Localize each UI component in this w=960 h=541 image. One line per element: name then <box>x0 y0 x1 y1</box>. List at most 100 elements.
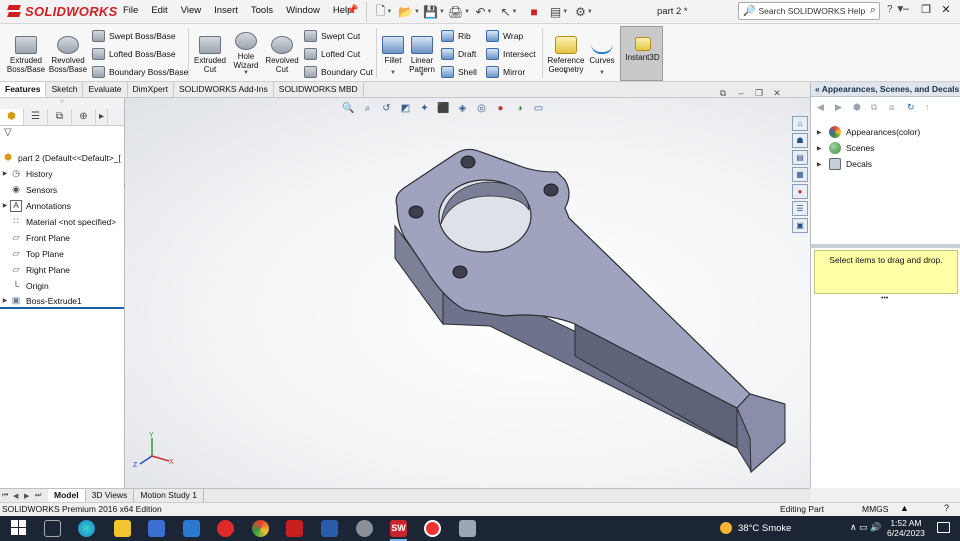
pane-splitter[interactable] <box>811 244 960 248</box>
tree-item-sensors[interactable]: ◉ Sensors <box>0 182 124 197</box>
linear-pattern-dropdown-icon[interactable]: ▼ <box>419 72 425 78</box>
curves-dropdown-icon[interactable]: ▼ <box>599 70 605 76</box>
chrome-browser-icon[interactable] <box>252 520 269 537</box>
bolt-hole[interactable] <box>543 183 559 197</box>
view-palette-icon[interactable]: ▦ <box>792 167 808 182</box>
swept-boss-button[interactable]: Swept Boss/Base <box>92 30 176 42</box>
tabs-scroll-icon[interactable]: ▸ <box>96 108 108 125</box>
reference-geometry-button[interactable]: Reference Geometry <box>544 32 588 74</box>
pin-icon[interactable]: 📌 <box>346 5 358 16</box>
solidworks-logo[interactable]: SOLIDWORKS <box>6 3 118 19</box>
linear-pattern-button[interactable]: Linear Pattern <box>406 32 438 74</box>
close-icon[interactable]: ✕ <box>936 3 956 16</box>
tree-item-history[interactable]: ▶ ◷ History <box>0 166 124 181</box>
next-tab-icon[interactable]: ▶ <box>24 492 35 500</box>
weather-widget[interactable]: 38°C Smoke <box>720 522 791 534</box>
select-icon[interactable]: ↖ ▼ <box>498 3 520 21</box>
print-icon[interactable]: 🖨 ▼ <box>448 3 470 21</box>
undo-icon[interactable]: ↶ ▼ <box>473 3 495 21</box>
expand-icon[interactable]: ▶ <box>817 129 829 136</box>
tab-3d-views[interactable]: 3D Views <box>86 489 135 502</box>
tree-item-right-plane[interactable]: ▱ Right Plane <box>0 262 124 277</box>
tree-item-appearances[interactable]: ▶ Appearances(color) <box>817 126 920 138</box>
viewport-close-icon[interactable]: ✕ <box>768 88 786 99</box>
forum-icon[interactable]: ▣ <box>792 218 808 233</box>
mirror-button[interactable]: Mirror <box>486 66 525 78</box>
rollback-bar[interactable] <box>0 307 124 309</box>
lofted-boss-button[interactable]: Lofted Boss/Base <box>92 48 176 60</box>
file-explorer-taskbar-icon[interactable] <box>114 520 131 537</box>
units-selector[interactable]: MMGS <box>862 504 888 514</box>
extruded-boss-button[interactable]: Extruded Boss/Base <box>4 32 48 74</box>
tab-motion-study-1[interactable]: Motion Study 1 <box>134 489 205 502</box>
curves-button[interactable]: Curves <box>588 32 616 65</box>
swept-cut-button[interactable]: Swept Cut <box>304 30 360 42</box>
panel-grip-icon[interactable]: ○ <box>0 98 124 108</box>
up-icon[interactable]: ⬢ <box>853 102 871 113</box>
boundary-boss-button[interactable]: Boundary Boss/Base <box>92 66 188 78</box>
resize-grip-icon[interactable]: ••• <box>881 295 888 302</box>
solidworks-resources-icon[interactable]: ⌂ <box>792 116 808 131</box>
revolved-cut-button[interactable]: Revolved Cut <box>264 32 300 74</box>
search-icon[interactable]: ⌕ <box>870 4 876 17</box>
minimize-icon[interactable]: – <box>896 3 916 16</box>
expand-icon[interactable]: ▶ <box>0 170 10 177</box>
file-properties-icon[interactable]: ▤ ▼ <box>548 3 570 21</box>
property-manager-tab-icon[interactable]: ☰ <box>24 108 48 125</box>
tree-item-front-plane[interactable]: ▱ Front Plane <box>0 230 124 245</box>
hole-wizard-dropdown-icon[interactable]: ▼ <box>243 70 249 76</box>
task-view-icon[interactable] <box>44 520 61 537</box>
tree-item-material[interactable]: ∷ Material <not specified> <box>0 214 124 229</box>
clock[interactable]: 1:52 AM 6/24/2023 <box>887 518 925 538</box>
menu-view[interactable]: View <box>181 5 201 16</box>
open-icon[interactable]: 📂 ▼ <box>398 3 420 21</box>
options-gear-icon[interactable]: ⚙ ▼ <box>573 3 595 21</box>
tab-sketch[interactable]: Sketch <box>46 82 84 97</box>
units-caret-icon[interactable]: ▲ <box>900 503 909 513</box>
rib-button[interactable]: Rib <box>441 30 471 42</box>
menu-insert[interactable]: Insert <box>214 5 238 16</box>
help-search-box[interactable]: 🔎 Search SOLIDWORKS Help ⌕ <box>738 2 880 20</box>
collapse-pane-icon[interactable]: « <box>815 84 820 94</box>
pdf-reader-icon[interactable] <box>286 520 303 537</box>
tab-features[interactable]: Features <box>0 82 47 97</box>
graphics-area[interactable]: Y X Z <box>125 98 810 488</box>
viewport-minimize-icon[interactable]: – <box>732 88 750 99</box>
wrap-button[interactable]: Wrap <box>486 30 523 42</box>
move-up-icon[interactable]: ↑ <box>925 102 943 112</box>
copy-icon[interactable]: ⧉ <box>871 102 889 113</box>
appearances-icon[interactable]: ● <box>792 184 808 199</box>
last-tab-icon[interactable]: ⏭ <box>35 492 46 500</box>
display-style-icon[interactable]: ◈ <box>454 100 471 116</box>
solidworks-taskbar-icon[interactable]: SW <box>390 520 407 537</box>
record-icon[interactable] <box>424 520 441 537</box>
revolved-boss-button[interactable]: Revolved Boss/Base <box>48 32 88 74</box>
previous-view-icon[interactable]: ↺ <box>378 100 395 116</box>
view-settings-icon[interactable]: ▭ <box>530 100 547 116</box>
restore-icon[interactable]: ❐ <box>916 3 936 16</box>
volume-icon[interactable]: 🔊 <box>870 522 881 532</box>
instant3d-button[interactable]: Instant3D <box>620 26 663 81</box>
fillet-dropdown-icon[interactable]: ▼ <box>390 70 396 76</box>
expand-icon[interactable]: ▶ <box>817 145 829 152</box>
fillet-button[interactable]: Fillet <box>380 32 406 65</box>
tree-item-origin[interactable]: └ Origin <box>0 278 124 293</box>
tab-model[interactable]: Model <box>48 489 86 502</box>
expand-icon[interactable]: ▶ <box>0 297 10 304</box>
filter-icon[interactable]: ▽ <box>0 126 124 140</box>
forward-icon[interactable]: ▶ <box>835 102 853 113</box>
status-help-icon[interactable]: ? <box>944 503 949 513</box>
apply-scene-icon[interactable]: ◑ <box>511 100 528 116</box>
dynamic-annotation-icon[interactable]: ✦ <box>416 100 433 116</box>
notifications-icon[interactable] <box>937 522 950 533</box>
hole-wizard-button[interactable]: Hole Wizard <box>229 28 263 70</box>
menu-tools[interactable]: Tools <box>251 5 273 16</box>
tab-evaluate[interactable]: Evaluate <box>83 82 128 97</box>
opera-browser-icon[interactable] <box>217 520 234 537</box>
file-explorer-icon[interactable]: ▤ <box>792 150 808 165</box>
first-tab-icon[interactable]: ⏮ <box>2 492 13 500</box>
tab-solidworks-add-ins[interactable]: SOLIDWORKS Add-Ins <box>174 82 274 97</box>
rebuild-icon[interactable]: ■ <box>523 3 545 21</box>
paste-icon[interactable]: ⧈ <box>889 102 907 113</box>
part-model[interactable]: Y X Z <box>125 98 810 488</box>
